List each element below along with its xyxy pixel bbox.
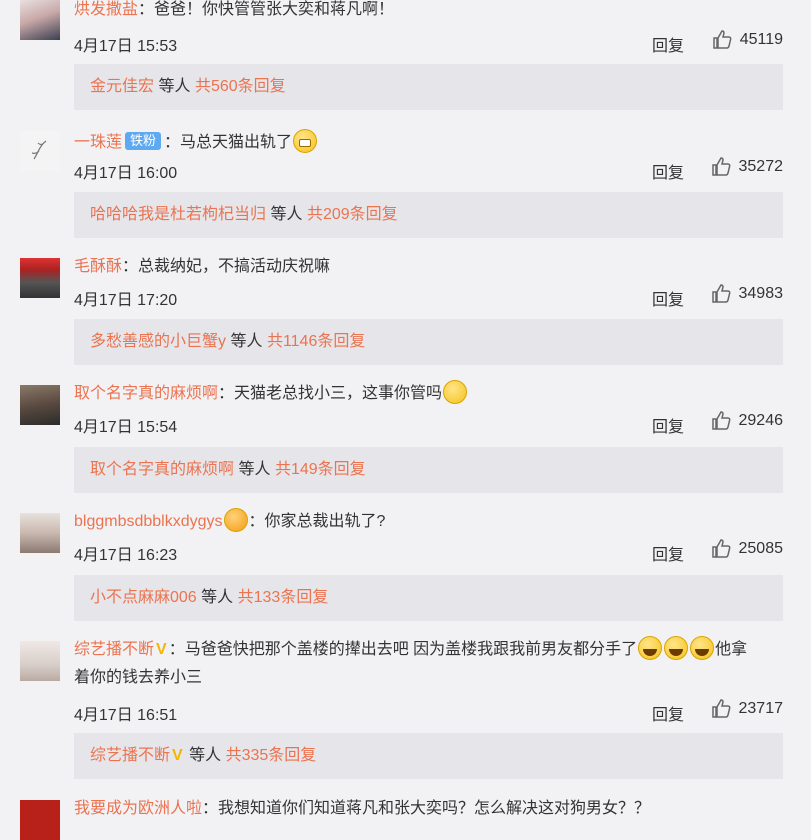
reply-summary[interactable]: 综艺播不断 V 等人 共335条回复 — [74, 733, 783, 779]
comment-date: 4月17日 15:54 — [74, 419, 178, 436]
comment-text: ：天猫老总找小三，这事你管吗 — [218, 385, 443, 402]
comment-feed: 烘发撒盐：爸爸！你快管管张大奕和蒋凡啊！ 4月17日 15:53 回复 4511… — [0, 0, 811, 840]
username-link[interactable]: 我要成为欧洲人啦 — [74, 800, 202, 817]
reply-button[interactable]: 回复 — [652, 286, 684, 310]
reply-summary[interactable]: 取个名字真的麻烦啊 等人 共149条回复 — [74, 447, 783, 493]
username-link[interactable]: blggmbsdbblkxdygys — [74, 513, 223, 530]
love-emoji-icon — [223, 508, 248, 532]
reply-summary[interactable]: 哈哈哈我是杜若枸杞当归 等人 共209条回复 — [74, 192, 783, 238]
comment-text: ：我想知道你们知道蒋凡和张大奕吗？怎么解决这对狗男女？？ — [202, 800, 651, 817]
reply-user-link[interactable]: 金元佳宏 — [90, 78, 154, 95]
avatar[interactable] — [20, 641, 60, 681]
like-count: 23717 — [738, 700, 784, 717]
reply-count-link[interactable]: 共133条回复 — [238, 589, 329, 606]
reply-count-link[interactable]: 共560条回复 — [195, 78, 286, 95]
cry-laugh-emoji-icon — [690, 636, 715, 660]
thumbs-up-icon — [711, 411, 730, 430]
avatar[interactable] — [20, 800, 60, 840]
reply-user-link[interactable]: 取个名字真的麻烦啊 — [90, 461, 234, 478]
comment-text: ：马爸爸快把那个盖楼的撵出去吧 因为盖楼我跟我前男友都分手了 — [168, 641, 638, 658]
grin-emoji-icon — [293, 129, 318, 153]
avatar[interactable] — [20, 0, 60, 40]
cry-laugh-emoji-icon — [664, 636, 689, 660]
comment-date: 4月17日 16:51 — [74, 707, 178, 724]
like-count: 34983 — [738, 285, 784, 302]
reply-button[interactable]: 回复 — [652, 541, 684, 565]
avatar[interactable] — [20, 385, 60, 425]
reply-button[interactable]: 回复 — [652, 159, 684, 183]
avatar[interactable] — [20, 131, 60, 171]
thumbs-up-icon — [711, 157, 730, 176]
thumbs-up-icon — [711, 539, 730, 558]
reply-button[interactable]: 回复 — [652, 32, 684, 56]
comment-text: ：马总天猫出轨了 — [164, 134, 293, 151]
like-button[interactable]: 29246 — [711, 411, 784, 431]
like-button[interactable]: 23717 — [711, 699, 784, 719]
cry-laugh-emoji-icon — [638, 636, 663, 660]
username-link[interactable]: 烘发撒盐 — [74, 1, 138, 18]
avatar[interactable] — [20, 258, 60, 298]
reply-count-link[interactable]: 共149条回复 — [275, 461, 366, 478]
like-count: 45119 — [739, 31, 783, 48]
reply-user-link[interactable]: 综艺播不断 — [90, 747, 170, 764]
fan-badge: 铁粉 — [125, 132, 162, 150]
reply-button[interactable]: 回复 — [652, 413, 684, 437]
username-link[interactable]: 取个名字真的麻烦啊 — [74, 385, 218, 402]
avatar[interactable] — [20, 513, 60, 553]
v-badge-icon: V — [172, 747, 183, 764]
reply-summary[interactable]: 金元佳宏 等人 共560条回复 — [74, 64, 783, 110]
like-button[interactable]: 45119 — [712, 30, 783, 50]
reply-user-link[interactable]: 多愁善感的小巨蟹y — [90, 333, 226, 350]
comment-text: ：你家总裁出轨了? — [248, 513, 386, 530]
reply-user-link[interactable]: 小不点麻麻006 — [90, 589, 197, 606]
comment-date: 4月17日 17:20 — [74, 292, 178, 309]
thumbs-up-icon — [712, 30, 732, 49]
like-count: 29246 — [738, 412, 784, 429]
comment-text: ：爸爸！你快管管张大奕和蒋凡啊！ — [138, 1, 395, 18]
reply-button[interactable]: 回复 — [652, 701, 684, 725]
comment-date: 4月17日 16:23 — [74, 547, 178, 564]
like-count: 25085 — [738, 540, 784, 557]
reply-summary[interactable]: 小不点麻麻006 等人 共133条回复 — [74, 575, 783, 621]
comment-text-line2: 着你的钱去养小三 — [74, 669, 203, 686]
username-link[interactable]: 一珠莲 — [74, 134, 122, 151]
like-button[interactable]: 35272 — [711, 157, 784, 177]
like-count: 35272 — [738, 158, 784, 175]
reply-summary[interactable]: 多愁善感的小巨蟹y 等人 共1146条回复 — [74, 319, 783, 365]
reply-count-link[interactable]: 共1146条回复 — [267, 333, 365, 350]
comment-date: 4月17日 16:00 — [74, 165, 178, 182]
shy-emoji-icon — [443, 380, 468, 404]
reply-user-link[interactable]: 哈哈哈我是杜若枸杞当归 — [90, 206, 266, 223]
comment-text-tail: 他拿 — [715, 641, 748, 658]
reply-count-link[interactable]: 共209条回复 — [307, 206, 398, 223]
comment-date: 4月17日 15:53 — [74, 38, 178, 55]
v-badge-icon: V — [156, 641, 167, 658]
reply-count-link[interactable]: 共335条回复 — [226, 747, 317, 764]
like-button[interactable]: 34983 — [711, 284, 784, 304]
thumbs-up-icon — [711, 699, 730, 718]
username-link[interactable]: 毛酥酥 — [74, 258, 122, 275]
like-button[interactable]: 25085 — [711, 539, 784, 559]
thumbs-up-icon — [711, 284, 730, 303]
username-link[interactable]: 综艺播不断 — [74, 641, 154, 658]
comment-text: ：总裁纳妃，不搞活动庆祝嘛 — [122, 258, 331, 275]
